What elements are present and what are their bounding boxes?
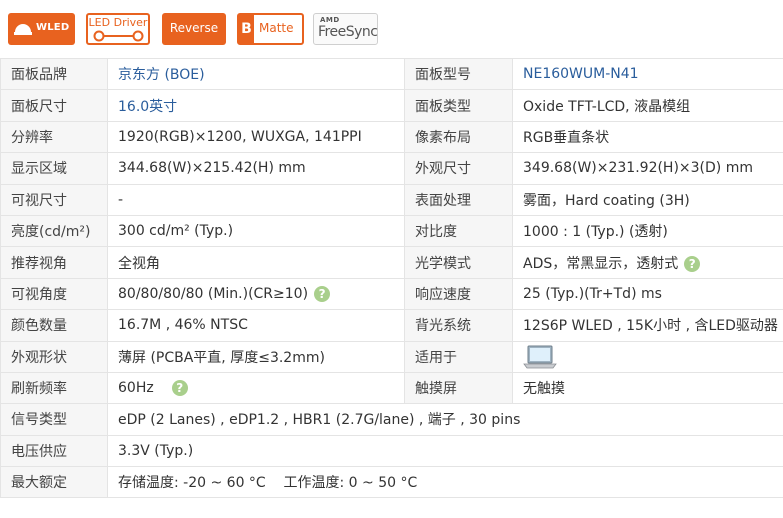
size-value[interactable]: 16.0英寸: [107, 89, 405, 122]
voltage-label: 电压供应: [0, 434, 108, 468]
optical-mode-value: ADS，常黑显示，透射式: [523, 255, 679, 272]
table-row: 分辨率 1920(RGB)×1200, WUXGA, 141PPI 像素布局 R…: [0, 120, 783, 154]
viewing-angle-value: 80/80/80/80 (Min.)(CR≥10): [118, 285, 309, 302]
table-row: 可视尺寸 - 表面处理 雾面，Hard coating (3H): [0, 183, 783, 216]
table-row: 推荐视角 全视角 光学模式 ADS，常黑显示，透射式?: [0, 246, 783, 279]
wled-badge-label: WLED: [36, 22, 70, 33]
table-row: 颜色数量 16.7M , 46% NTSC 背光系统 12S6P WLED , …: [0, 309, 783, 342]
surface-label: 表面处理: [404, 183, 513, 216]
shape-label: 外观形状: [0, 340, 108, 373]
touch-label: 触摸屏: [404, 371, 513, 405]
viewing-angle-cell: 80/80/80/80 (Min.)(CR≥10)?: [107, 277, 405, 311]
table-row: 刷新频率 60Hz? 触摸屏 无触摸: [0, 371, 783, 405]
table-row: 信号类型 eDP (2 Lanes) , eDP1.2 , HBR1 (2.7G…: [0, 403, 783, 436]
resolution-label: 分辨率: [0, 120, 108, 154]
help-icon[interactable]: ?: [171, 380, 188, 397]
active-area-label: 显示区域: [0, 152, 108, 185]
optical-mode-cell: ADS，常黑显示，透射式?: [512, 246, 783, 279]
optical-mode-label: 光学模式: [404, 246, 513, 279]
size-label: 面板尺寸: [0, 89, 108, 122]
refresh-cell: 60Hz?: [107, 371, 405, 405]
view-direction-label: 推荐视角: [0, 246, 108, 279]
pixel-value: RGB垂直条状: [512, 120, 783, 154]
brightness-label: 亮度(cd/m²): [0, 214, 108, 248]
table-row: 面板品牌 京东方 (BOE) 面板型号 NE160WUM-N41: [0, 57, 783, 91]
reverse-badge-label: Reverse: [169, 21, 219, 35]
matte-badge[interactable]: B Matte: [237, 13, 304, 45]
viewing-angle-label: 可视角度: [0, 277, 108, 311]
connector-icon: [93, 30, 144, 42]
shape-value: 薄屏 (PCBA平直, 厚度≤3.2mm): [107, 340, 405, 373]
max-rating-value: 存储温度: -20 ~ 60 °C 工作温度: 0 ~ 50 °C: [107, 466, 783, 499]
application-label: 适用于: [404, 340, 513, 373]
surface-value: 雾面，Hard coating (3H): [512, 183, 783, 216]
touch-value: 无触摸: [512, 371, 783, 405]
application-cell: [512, 340, 783, 373]
table-row: 亮度(cd/m²) 300 cd/m² (Typ.) 对比度 1000 : 1 …: [0, 214, 783, 248]
response-label: 响应速度: [404, 277, 513, 311]
resolution-value: 1920(RGB)×1200, WUXGA, 141PPI: [107, 120, 405, 154]
table-row: 可视角度 80/80/80/80 (Min.)(CR≥10)? 响应速度 25 …: [0, 277, 783, 311]
amd-logo-text: AMD: [320, 16, 340, 24]
help-icon[interactable]: ?: [684, 255, 701, 272]
viewable-value: -: [107, 183, 405, 216]
active-area-value: 344.68(W)×215.42(H) mm: [107, 152, 405, 185]
response-value: 25 (Typ.)(Tr+Td) ms: [512, 277, 783, 311]
type-label: 面板类型: [404, 89, 513, 122]
signal-label: 信号类型: [0, 403, 108, 436]
contrast-value: 1000 : 1 (Typ.) (透射): [512, 214, 783, 248]
signal-value: eDP (2 Lanes) , eDP1.2 , HBR1 (2.7G/lane…: [107, 403, 783, 436]
table-row: 面板尺寸 16.0英寸 面板类型 Oxide TFT-LCD, 液晶模组: [0, 89, 783, 122]
backlight-value: 12S6P WLED , 15K小时 , 含LED驱动器: [512, 309, 783, 342]
reverse-badge[interactable]: Reverse: [162, 13, 226, 45]
table-row: 电压供应 3.3V (Typ.): [0, 434, 783, 468]
laptop-icon[interactable]: [523, 345, 557, 369]
matte-badge-label: Matte: [259, 21, 294, 35]
led-driver-badge-label: LED Driver: [88, 16, 148, 29]
table-row: 最大额定 存储温度: -20 ~ 60 °C 工作温度: 0 ~ 50 °C: [0, 466, 783, 499]
outline-value: 349.68(W)×231.92(H)×3(D) mm: [512, 152, 783, 185]
color-count-value: 16.7M , 46% NTSC: [107, 309, 405, 342]
specs-table: 面板品牌 京东方 (BOE) 面板型号 NE160WUM-N41 面板尺寸 16…: [0, 57, 783, 499]
table-row: 显示区域 344.68(W)×215.42(H) mm 外观尺寸 349.68(…: [0, 152, 783, 185]
model-label: 面板型号: [404, 57, 513, 91]
brand-value[interactable]: 京东方 (BOE): [107, 57, 405, 91]
max-rating-label: 最大额定: [0, 466, 108, 499]
view-direction-value: 全视角: [107, 246, 405, 279]
freesync-badge-label: FreeSync: [318, 24, 378, 40]
model-value[interactable]: NE160WUM-N41: [512, 57, 783, 91]
feature-badges: WLED LED Driver Reverse B Matte AMD Free…: [0, 0, 783, 58]
wled-badge[interactable]: WLED: [8, 13, 75, 45]
refresh-label: 刷新频率: [0, 371, 108, 405]
backlight-label: 背光系统: [404, 309, 513, 342]
help-icon[interactable]: ?: [314, 285, 331, 302]
led-driver-badge[interactable]: LED Driver: [86, 13, 150, 45]
type-value: Oxide TFT-LCD, 液晶模组: [512, 89, 783, 122]
refresh-value: 60Hz: [118, 380, 154, 397]
table-row: 外观形状 薄屏 (PCBA平直, 厚度≤3.2mm) 适用于: [0, 340, 783, 373]
contrast-label: 对比度: [404, 214, 513, 248]
outline-label: 外观尺寸: [404, 152, 513, 185]
pixel-label: 像素布局: [404, 120, 513, 154]
matte-badge-letter: B: [239, 15, 254, 43]
brand-label: 面板品牌: [0, 57, 108, 91]
voltage-value: 3.3V (Typ.): [107, 434, 783, 468]
color-count-label: 颜色数量: [0, 309, 108, 342]
brightness-value: 300 cd/m² (Typ.): [107, 214, 405, 248]
freesync-badge[interactable]: AMD FreeSync: [313, 13, 378, 45]
viewable-label: 可视尺寸: [0, 183, 108, 216]
bulb-icon: [14, 24, 32, 35]
